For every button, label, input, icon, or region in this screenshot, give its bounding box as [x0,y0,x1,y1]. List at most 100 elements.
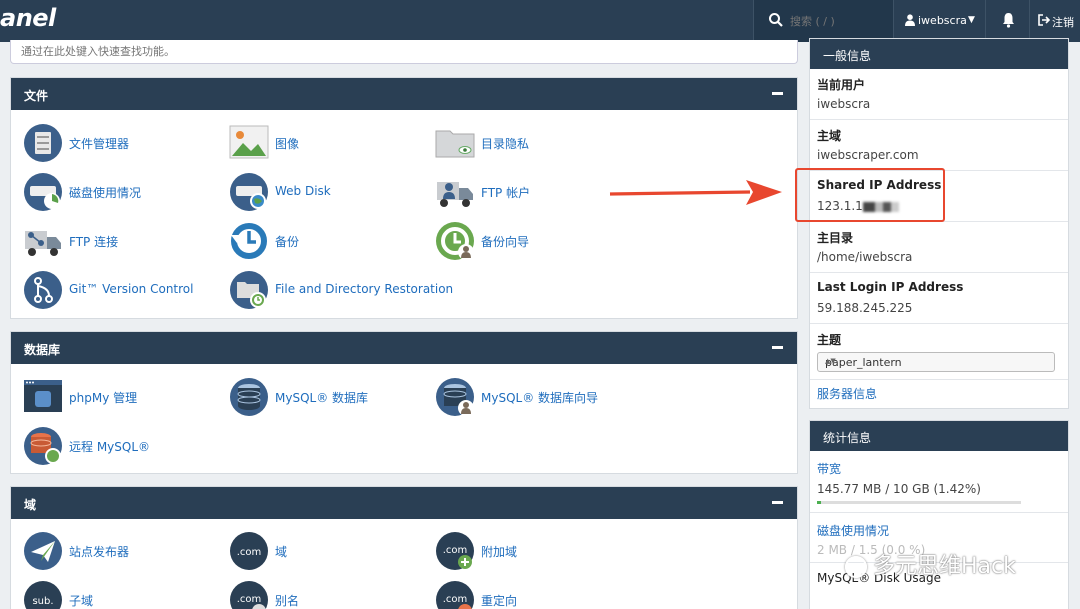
collapse-icon[interactable] [772,346,783,349]
current-user-value: iwebscra [817,97,871,111]
svg-text:.com: .com [443,545,468,556]
bandwidth-link[interactable]: 带宽 [817,460,841,477]
item-label: 远程 MySQL® [69,440,151,454]
item-label: Git™ Version Control [69,282,194,296]
select-arrows-icon: ▲▼ [825,357,836,365]
item-label: 图像 [275,137,300,151]
bandwidth-row: 带宽 145.77 MB / 10 GB (1.42%) [810,451,1068,513]
item-label: phpMy 管理 [69,391,138,405]
item-label: 磁盘使用情况 [69,186,142,200]
file-manager-icon [24,124,62,162]
item-label: 别名 [275,594,300,608]
database-wizard-icon [436,378,474,416]
item-label: 子域 [69,594,94,608]
item-label: FTP 帐户 [481,186,531,200]
phpmyadmin-icon [24,380,62,412]
current-user-row: 当前用户 iwebscra [810,69,1068,120]
backup-icon [231,223,267,259]
databases-panel-header[interactable]: 数据库 [11,332,797,364]
item-label: 重定向 [481,594,518,608]
primary-domain-row: 主域 iwebscraper.com [810,120,1068,171]
top-search-input[interactable] [790,12,885,30]
last-login-label: Last Login IP Address [817,280,964,294]
files-panel-title: 文件 [24,89,49,103]
general-info-panel: 一般信息 当前用户 iwebscra 主域 iwebscraper.com Sh… [809,38,1069,409]
item-label: 文件管理器 [69,137,130,151]
item-label: 备份 [275,235,300,249]
domains-panel-header[interactable]: 域 [11,487,797,519]
user-menu[interactable]: iwebscra ▼ [893,0,985,42]
svg-text:.com: .com [237,594,262,605]
annotation-highlight-box [795,168,945,222]
bandwidth-progress [817,501,1021,504]
quick-find [10,40,798,64]
theme-row: 主题 paper_lantern ▲▼ [810,324,1068,380]
disk-usage-icon [24,173,62,211]
database-icon [230,378,268,416]
statistics-header: 统计信息 [810,421,1068,451]
domain-icon: .com [230,532,268,570]
cpanel-logo[interactable]: anel [0,4,56,32]
logout-icon [1038,14,1050,26]
general-info-title: 一般信息 [823,49,872,63]
collapse-icon[interactable] [772,501,783,504]
svg-text:.com: .com [443,594,468,605]
databases-panel: 数据库 phpMy 管理 MySQL® 数据库 MySQL® 数据库向导 远程 … [10,331,798,474]
domains-panel-title: 域 [24,498,37,512]
theme-label: 主题 [817,333,842,347]
home-dir-row: 主目录 /home/iwebscra [810,222,1068,273]
last-login-row: Last Login IP Address 59.188.245.225 [810,273,1068,324]
domains-panel: 域 站点发布器 .com 域 .com 附加域 sub. 子域 .com 别名 … [10,486,798,609]
general-info-header: 一般信息 [810,39,1068,69]
bandwidth-progress-fill [817,501,822,504]
databases-panel-title: 数据库 [24,343,61,357]
files-panel-header[interactable]: 文件 [11,78,797,110]
top-bar: anel iwebscra ▼ 注销 [0,0,1080,42]
statistics-panel: 统计信息 带宽 145.77 MB / 10 GB (1.42%) 磁盘使用情况… [809,420,1069,609]
logout-label: 注销 [1052,16,1074,29]
backup-wizard-icon [436,222,474,260]
paper-plane-icon [24,532,62,570]
alias-icon: .com [230,581,268,609]
bell-icon [1003,13,1014,28]
primary-domain-value: iwebscraper.com [817,148,919,162]
svg-text:.com: .com [237,547,262,558]
current-user-label: 当前用户 [817,78,866,92]
item-label: File and Directory Restoration [275,282,454,296]
bandwidth-value: 145.77 MB / 10 GB (1.42%) [817,482,981,496]
item-label: MySQL® 数据库向导 [481,391,599,405]
item-label: FTP 连接 [69,235,119,249]
statistics-title: 统计信息 [823,431,872,445]
disk-usage-link[interactable]: 磁盘使用情况 [817,522,889,539]
folder-eye-icon [435,130,475,158]
item-label: 域 [275,545,288,559]
quick-find-input[interactable] [21,43,781,59]
collapse-icon[interactable] [772,92,783,95]
top-search[interactable] [753,0,893,42]
item-label: 目录隐私 [481,137,530,151]
web-disk-icon [230,173,268,211]
primary-domain-label: 主域 [817,129,842,143]
item-label: Web Disk [275,184,331,198]
subdomain-icon: sub. [24,581,62,609]
search-icon [769,13,783,27]
ftp-accounts-icon [437,182,473,207]
item-label: 备份向导 [481,235,530,249]
user-icon [905,14,915,26]
remote-database-icon [24,427,62,465]
git-icon [24,271,62,309]
addon-domain-icon: .com [436,532,474,570]
notifications-button[interactable] [985,0,1029,42]
wechat-icon [845,556,867,578]
redirect-icon: .com [436,581,474,609]
logout-button[interactable]: 注销 [1029,0,1080,42]
theme-select[interactable]: paper_lantern ▲▼ [817,352,1055,372]
username: iwebscra [918,14,967,27]
home-dir-label: 主目录 [817,231,854,245]
watermark-text: 多元思维Hack [873,554,1016,579]
item-label: 站点发布器 [69,545,130,559]
svg-text:sub.: sub. [32,596,53,607]
item-label: 附加域 [481,545,518,559]
server-info-link[interactable]: 服务器信息 [817,385,877,402]
home-dir-value: /home/iwebscra [817,250,913,264]
